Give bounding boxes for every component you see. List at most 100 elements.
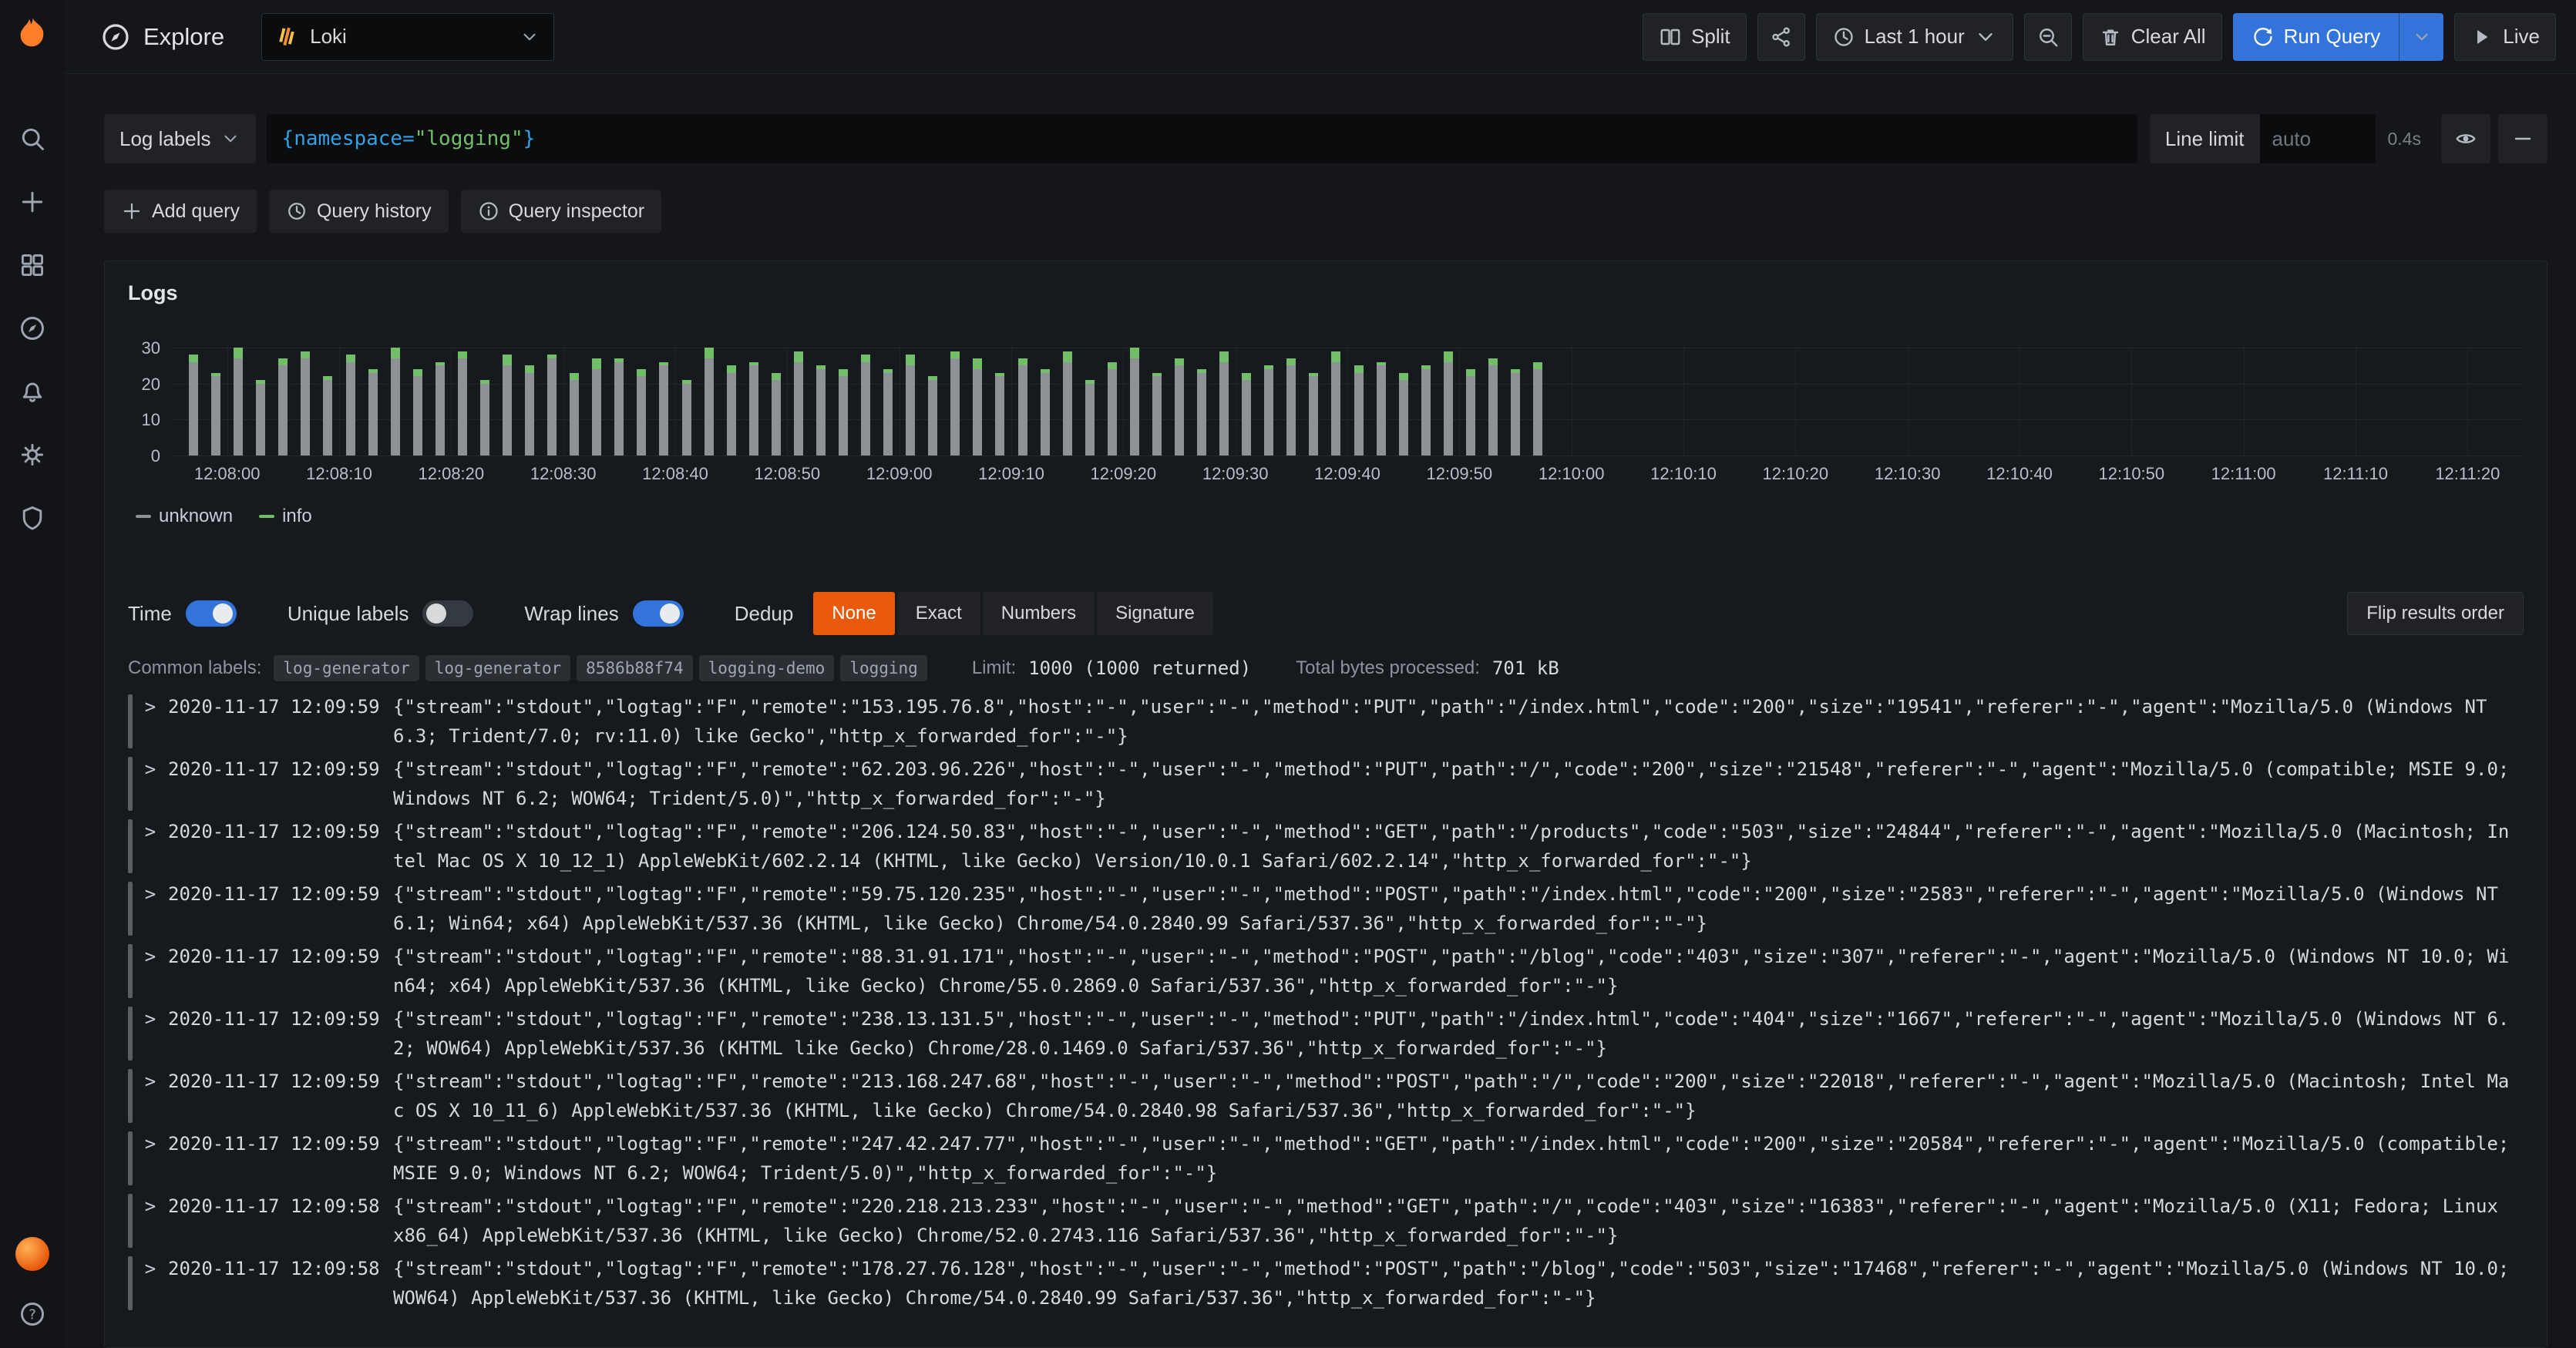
query-inspector-button[interactable]: Query inspector [461, 190, 661, 233]
query-history-button[interactable]: Query history [269, 190, 449, 233]
bytes-processed-value: 701 kB [1492, 657, 1559, 679]
histogram-bar [413, 369, 422, 455]
histogram-bar-info-segment [614, 358, 624, 362]
log-row[interactable]: >2020-11-17 12:09:59{"stream":"stdout","… [128, 879, 2524, 938]
histogram-bar [368, 369, 378, 455]
histogram-bar [950, 351, 960, 455]
clock-icon [1832, 25, 1855, 49]
histogram-bar [1152, 373, 1162, 455]
settings-gear-icon[interactable] [18, 441, 46, 469]
histogram-bar [570, 373, 579, 455]
search-icon[interactable] [18, 125, 46, 153]
dedup-option-exact[interactable]: Exact [897, 592, 980, 635]
add-query-button[interactable]: Add query [104, 190, 257, 233]
angle-right-icon: > [133, 879, 168, 938]
line-limit-input[interactable] [2260, 114, 2376, 163]
gridline-vertical [1347, 348, 1348, 456]
log-message: {"stream":"stdout","logtag":"F","remote"… [393, 1192, 2524, 1250]
log-message: {"stream":"stdout","logtag":"F","remote"… [393, 1254, 2524, 1313]
log-row[interactable]: >2020-11-17 12:09:58{"stream":"stdout","… [128, 1254, 2524, 1313]
loki-logo-icon [276, 25, 299, 49]
log-row[interactable]: >2020-11-17 12:09:59{"stream":"stdout","… [128, 1067, 2524, 1125]
histogram-bar-info-segment [682, 380, 691, 384]
histogram-bar-info-segment [458, 351, 467, 358]
zoom-out-button[interactable] [2024, 13, 2072, 61]
histogram-bar [503, 355, 512, 455]
dedup-option-none[interactable]: None [813, 592, 894, 635]
plus-icon [121, 200, 143, 222]
unique-labels-toggle[interactable] [422, 600, 473, 627]
admin-shield-icon[interactable] [18, 504, 46, 532]
time-toggle[interactable] [186, 600, 237, 627]
histogram-bar [973, 358, 982, 455]
x-tick-label: 12:08:50 [755, 464, 821, 484]
log-message: {"stream":"stdout","logtag":"F","remote"… [393, 1129, 2524, 1188]
histogram-bar-info-segment [727, 365, 736, 372]
share-icon [1770, 25, 1793, 49]
help-icon[interactable]: ? [18, 1300, 46, 1328]
log-row[interactable]: >2020-11-17 12:09:59{"stream":"stdout","… [128, 817, 2524, 876]
log-labels-dropdown[interactable]: Log labels [104, 114, 256, 163]
log-row[interactable]: >2020-11-17 12:09:59{"stream":"stdout","… [128, 1004, 2524, 1063]
datasource-name: Loki [310, 25, 509, 49]
dashboards-icon[interactable] [18, 251, 46, 279]
common-labels-list: log-generatorlog-generator8586b88f74logg… [274, 655, 926, 681]
clear-all-button[interactable]: Clear All [2083, 13, 2222, 61]
query-string-part: "logging" [415, 127, 523, 150]
datasource-picker[interactable]: Loki [261, 13, 554, 61]
histogram-bar [749, 362, 758, 455]
explore-toolbar: Explore Loki S [65, 0, 2576, 74]
log-row[interactable]: >2020-11-17 12:09:59{"stream":"stdout","… [128, 755, 2524, 813]
gridline-vertical [1123, 348, 1124, 456]
grafana-logo-icon[interactable] [14, 14, 51, 51]
share-link-button[interactable] [1757, 13, 1805, 61]
x-tick-label: 12:08:00 [194, 464, 261, 484]
user-avatar[interactable] [15, 1237, 49, 1271]
split-button[interactable]: Split [1643, 13, 1747, 61]
dedup-option-numbers[interactable]: Numbers [983, 592, 1095, 635]
explore-compass-icon[interactable] [18, 314, 46, 342]
line-limit-group: Line limit [2150, 114, 2376, 163]
flip-results-order-button[interactable]: Flip results order [2347, 592, 2524, 635]
histogram-bar-info-segment [346, 355, 355, 361]
gridline-vertical [1459, 348, 1460, 456]
x-tick-label: 12:09:20 [1091, 464, 1157, 484]
dedup-option-signature[interactable]: Signature [1097, 592, 1213, 635]
histogram-bar [1533, 362, 1542, 455]
run-query-dropdown-button[interactable] [2399, 13, 2443, 61]
legend-color-dash [259, 515, 274, 518]
alerting-bell-icon[interactable] [18, 378, 46, 405]
explore-title-icon [100, 22, 131, 52]
histogram-bar [614, 358, 624, 455]
log-row[interactable]: >2020-11-17 12:09:59{"stream":"stdout","… [128, 942, 2524, 1000]
eye-icon [2454, 127, 2477, 150]
histogram-bar [1197, 369, 1206, 455]
log-timestamp: 2020-11-17 12:09:59 [168, 1067, 393, 1125]
histogram-bar [1130, 348, 1139, 455]
legend-item-unknown[interactable]: unknown [136, 506, 233, 527]
remove-query-button[interactable] [2498, 114, 2547, 163]
run-query-button[interactable]: Run Query [2233, 13, 2399, 61]
log-row[interactable]: >2020-11-17 12:09:59{"stream":"stdout","… [128, 692, 2524, 751]
histogram-bar-info-segment [1018, 358, 1027, 365]
live-button[interactable]: Live [2454, 13, 2556, 61]
log-row[interactable]: >2020-11-17 12:09:59{"stream":"stdout","… [128, 1129, 2524, 1188]
log-timestamp: 2020-11-17 12:09:58 [168, 1192, 393, 1250]
wrap-lines-toggle[interactable] [633, 600, 684, 627]
plus-icon[interactable] [18, 188, 46, 216]
histogram-bar [1377, 362, 1386, 455]
histogram-bar-info-segment [1533, 362, 1542, 369]
histogram-bar-info-segment [211, 373, 220, 377]
histogram-bar [682, 380, 691, 455]
minus-icon [2511, 127, 2534, 150]
logs-panel-title: Logs [128, 281, 2524, 305]
histogram-bar-info-segment [391, 348, 400, 358]
run-query-split-button: Run Query [2233, 13, 2444, 61]
histogram-bar [211, 373, 220, 455]
time-range-picker[interactable]: Last 1 hour [1816, 13, 2013, 61]
histogram-bar-info-segment [1242, 373, 1251, 380]
legend-item-info[interactable]: info [259, 506, 312, 527]
disable-query-button[interactable] [2441, 114, 2490, 163]
query-expression-input[interactable]: {namespace="logging"} [267, 114, 2137, 163]
log-row[interactable]: >2020-11-17 12:09:58{"stream":"stdout","… [128, 1192, 2524, 1250]
